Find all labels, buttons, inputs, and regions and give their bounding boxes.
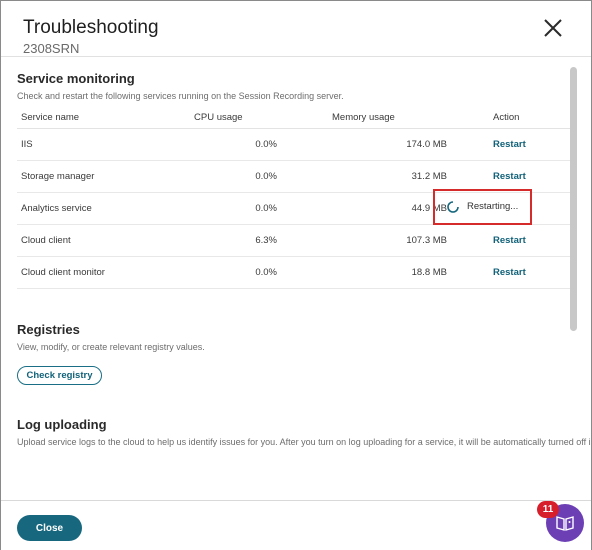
scrollbar[interactable] bbox=[570, 67, 577, 331]
registries-description: View, modify, or create relevant registr… bbox=[17, 342, 205, 352]
column-header-action: Action bbox=[447, 108, 570, 129]
dialog-title: Troubleshooting bbox=[23, 17, 159, 38]
service-name: Cloud client bbox=[17, 224, 187, 257]
restart-button[interactable]: Restart bbox=[493, 235, 526, 246]
cpu-usage: 0.0% bbox=[187, 256, 317, 289]
table-row: IIS 0.0% 174.0 MB Restart bbox=[17, 128, 570, 161]
service-name: IIS bbox=[17, 128, 187, 161]
service-name: Cloud client monitor bbox=[17, 256, 187, 289]
column-header-memory-usage: Memory usage bbox=[317, 108, 447, 129]
log-uploading-description: Upload service logs to the cloud to help… bbox=[17, 437, 591, 447]
cpu-usage: 6.3% bbox=[187, 224, 317, 257]
dialog-footer: Close bbox=[1, 500, 591, 550]
column-header-cpu-usage: CPU usage bbox=[187, 108, 317, 129]
close-icon[interactable] bbox=[542, 17, 564, 39]
dialog-content: Service monitoring Check and restart the… bbox=[1, 58, 591, 500]
dialog-subtitle: 2308SRN bbox=[23, 41, 80, 56]
restart-button[interactable]: Restart bbox=[493, 139, 526, 150]
table-header-row: Service name CPU usage Memory usage Acti… bbox=[17, 108, 570, 129]
table-row: Storage manager 0.0% 31.2 MB Restart bbox=[17, 160, 570, 193]
table-row: Analytics service 0.0% 44.9 MB Restartin… bbox=[17, 192, 570, 225]
memory-usage: 31.2 MB bbox=[317, 160, 447, 193]
dialog-header: Troubleshooting 2308SRN bbox=[1, 1, 591, 57]
check-registry-button[interactable]: Check registry bbox=[17, 366, 102, 385]
spinner-icon bbox=[447, 200, 459, 213]
service-monitoring-description: Check and restart the following services… bbox=[17, 91, 344, 101]
close-button[interactable]: Close bbox=[17, 515, 82, 541]
memory-usage: 107.3 MB bbox=[317, 224, 447, 257]
memory-usage: 18.8 MB bbox=[317, 256, 447, 289]
restarting-status: Restarting... bbox=[447, 200, 519, 213]
restart-button[interactable]: Restart bbox=[493, 171, 526, 182]
service-monitoring-title: Service monitoring bbox=[17, 71, 135, 86]
restarting-label: Restarting... bbox=[467, 201, 519, 212]
service-name: Storage manager bbox=[17, 160, 187, 193]
troubleshooting-dialog: Troubleshooting 2308SRN Service monitori… bbox=[0, 0, 592, 550]
notification-badge: 11 bbox=[537, 501, 559, 518]
registries-title: Registries bbox=[17, 322, 80, 337]
memory-usage: 174.0 MB bbox=[317, 128, 447, 161]
service-name: Analytics service bbox=[17, 192, 187, 225]
table-row: Cloud client 6.3% 107.3 MB Restart bbox=[17, 224, 570, 257]
log-uploading-title: Log uploading bbox=[17, 417, 107, 432]
table-row: Cloud client monitor 0.0% 18.8 MB Restar… bbox=[17, 256, 570, 289]
cpu-usage: 0.0% bbox=[187, 192, 317, 225]
column-header-service-name: Service name bbox=[17, 108, 187, 129]
restart-button[interactable]: Restart bbox=[493, 267, 526, 278]
memory-usage: 44.9 MB bbox=[317, 192, 447, 225]
cpu-usage: 0.0% bbox=[187, 128, 317, 161]
service-table: Service name CPU usage Memory usage Acti… bbox=[17, 108, 570, 289]
book-help-icon bbox=[555, 514, 575, 532]
cpu-usage: 0.0% bbox=[187, 160, 317, 193]
